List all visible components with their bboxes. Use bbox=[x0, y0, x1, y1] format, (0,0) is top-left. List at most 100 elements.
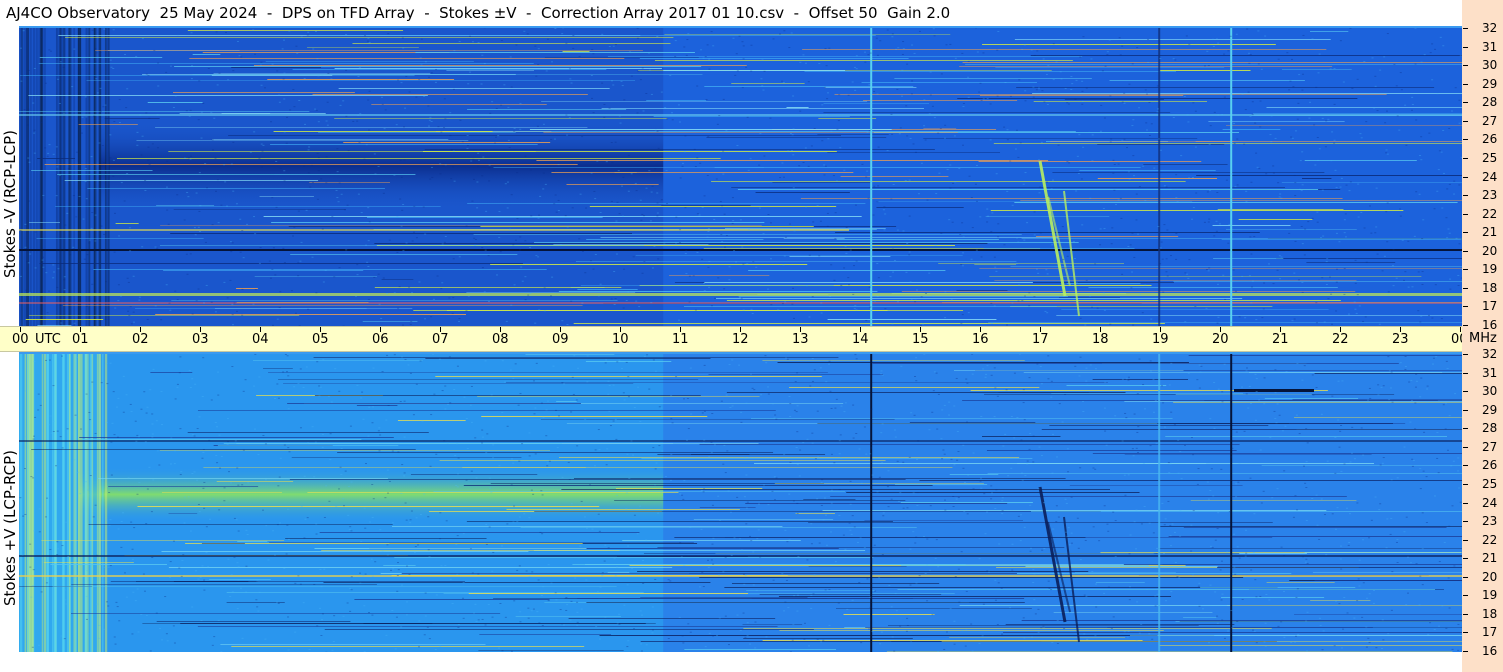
noise-speckle bbox=[1148, 101, 1151, 103]
noise-speckle bbox=[986, 208, 989, 210]
noise-speckle bbox=[561, 623, 564, 625]
noise-speckle bbox=[1421, 512, 1424, 514]
noise-speckle bbox=[362, 418, 365, 420]
rfi-line bbox=[19, 111, 310, 112]
noise-speckle bbox=[537, 48, 540, 50]
noise-speckle bbox=[1183, 444, 1186, 446]
noise-speckle bbox=[366, 40, 369, 42]
noise-speckle bbox=[308, 648, 311, 650]
time-tick-label: 03 bbox=[192, 332, 209, 347]
noise-speckle bbox=[792, 287, 795, 289]
noise-speckle bbox=[174, 398, 177, 400]
noise-speckle bbox=[772, 579, 775, 581]
noise-speckle bbox=[731, 405, 734, 407]
noise-speckle bbox=[1024, 475, 1027, 477]
noise-speckle bbox=[1241, 275, 1244, 277]
noise-speckle bbox=[963, 510, 966, 512]
noise-speckle bbox=[958, 601, 961, 603]
noise-speckle bbox=[258, 262, 261, 264]
noise-speckle bbox=[1187, 372, 1190, 374]
noise-speckle bbox=[472, 178, 475, 180]
noise-speckle bbox=[956, 459, 959, 461]
noise-speckle bbox=[1138, 358, 1141, 360]
noise-speckle bbox=[1022, 183, 1025, 185]
noise-speckle bbox=[1280, 197, 1283, 199]
frequency-tick-label: 20 bbox=[1482, 569, 1498, 584]
noise-speckle bbox=[563, 383, 566, 385]
noise-speckle bbox=[1152, 532, 1155, 534]
noise-speckle bbox=[109, 157, 112, 159]
noise-speckle bbox=[132, 591, 135, 593]
noise-speckle bbox=[271, 268, 274, 270]
noise-speckle bbox=[191, 378, 194, 380]
noise-speckle bbox=[299, 260, 302, 262]
noise-speckle bbox=[608, 46, 611, 48]
noise-speckle bbox=[604, 544, 607, 546]
noise-speckle bbox=[837, 602, 840, 604]
noise-speckle bbox=[274, 398, 277, 400]
rfi-line bbox=[381, 279, 414, 280]
noise-speckle bbox=[116, 606, 119, 608]
noise-speckle bbox=[1454, 87, 1457, 89]
noise-speckle bbox=[1418, 193, 1421, 195]
noise-speckle bbox=[1112, 159, 1115, 161]
noise-speckle bbox=[792, 187, 795, 189]
noise-speckle bbox=[732, 37, 735, 39]
noise-speckle bbox=[1209, 584, 1212, 586]
noise-speckle bbox=[523, 30, 526, 32]
noise-speckle bbox=[824, 48, 827, 50]
noise-speckle bbox=[112, 68, 115, 70]
noise-speckle bbox=[1448, 415, 1451, 417]
noise-speckle bbox=[811, 357, 814, 359]
noise-speckle bbox=[435, 594, 438, 596]
noise-speckle bbox=[657, 147, 660, 149]
rfi-line bbox=[738, 296, 1068, 297]
noise-speckle bbox=[100, 225, 103, 227]
noise-speckle bbox=[1064, 394, 1067, 396]
rfi-line bbox=[822, 510, 1327, 511]
noise-speckle bbox=[1283, 470, 1286, 472]
noise-speckle bbox=[144, 441, 147, 443]
noise-speckle bbox=[928, 272, 931, 274]
noise-speckle bbox=[156, 450, 159, 452]
time-tick-label: 21 bbox=[1272, 332, 1289, 347]
noise-speckle bbox=[1129, 244, 1132, 246]
noise-speckle bbox=[1056, 642, 1059, 644]
noise-speckle bbox=[654, 468, 657, 470]
noise-speckle bbox=[1006, 190, 1009, 192]
noise-speckle bbox=[286, 508, 289, 510]
noise-speckle bbox=[618, 115, 621, 117]
noise-speckle bbox=[128, 227, 131, 229]
noise-speckle bbox=[1272, 165, 1275, 167]
noise-speckle bbox=[870, 447, 873, 449]
noise-speckle bbox=[830, 502, 833, 504]
noise-speckle bbox=[880, 373, 883, 375]
rfi-line bbox=[909, 422, 1036, 423]
noise-speckle bbox=[1244, 555, 1247, 557]
noise-speckle bbox=[979, 216, 982, 218]
noise-speckle bbox=[79, 428, 82, 430]
noise-speckle bbox=[946, 169, 949, 171]
noise-speckle bbox=[897, 47, 900, 49]
noise-speckle bbox=[848, 284, 851, 286]
noise-speckle bbox=[513, 127, 516, 129]
noise-speckle bbox=[29, 543, 32, 545]
noise-speckle bbox=[321, 619, 324, 621]
noise-speckle bbox=[122, 512, 125, 514]
noise-speckle bbox=[811, 442, 814, 444]
noise-speckle bbox=[1306, 442, 1309, 444]
noise-speckle bbox=[372, 367, 375, 369]
noise-speckle bbox=[540, 594, 543, 596]
frequency-tick-label: 24 bbox=[1482, 495, 1498, 510]
noise-speckle bbox=[557, 480, 560, 482]
noise-speckle bbox=[1295, 635, 1298, 637]
noise-speckle bbox=[1047, 580, 1050, 582]
noise-speckle bbox=[1288, 89, 1291, 91]
noise-speckle bbox=[1405, 516, 1408, 518]
noise-speckle bbox=[1444, 428, 1447, 430]
noise-speckle bbox=[725, 394, 728, 396]
noise-speckle bbox=[1089, 364, 1092, 366]
noise-speckle bbox=[427, 549, 430, 551]
noise-speckle bbox=[788, 493, 791, 495]
rfi-line bbox=[108, 486, 259, 487]
